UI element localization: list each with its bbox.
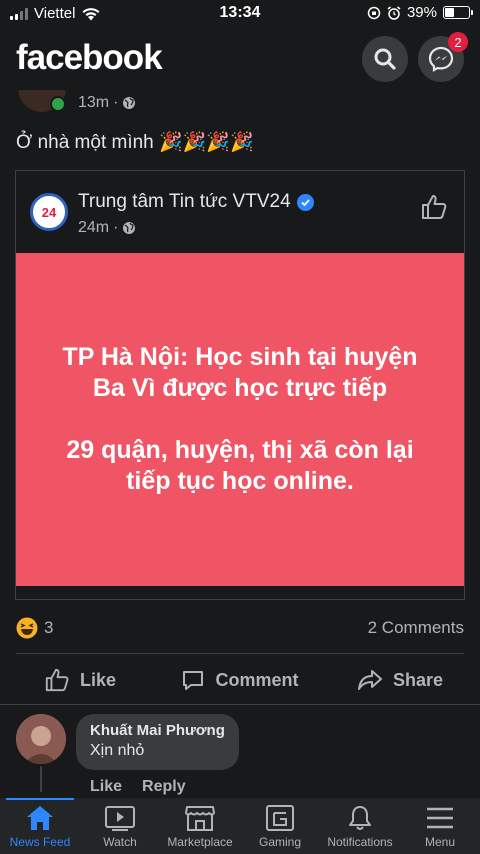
reaction-count: 3 [44, 618, 54, 637]
shared-post-meta: 24m · [78, 219, 136, 237]
comment-button[interactable]: Comment [160, 660, 320, 700]
messenger-icon [428, 46, 454, 72]
comment-text: Xịn nhỏ [90, 742, 145, 759]
nav-label: Gaming [258, 835, 302, 849]
thumbs-up-icon [45, 668, 69, 692]
post-time: 13m [78, 94, 110, 111]
comment-author[interactable]: Khuất Mai Phương [90, 722, 225, 739]
haha-emoji-icon [16, 617, 38, 639]
thread-line [40, 766, 42, 792]
post-header: 13m · [0, 64, 480, 124]
headline-line-1: TP Hà Nội: Học sinh tại huyện Ba Vì được… [62, 343, 418, 402]
orientation-lock-icon [367, 6, 381, 19]
messenger-badge: 2 [448, 32, 468, 52]
status-bar: Viettel 13:34 39% [0, 0, 480, 28]
share-label: Share [392, 669, 444, 690]
facebook-logo: facebook [16, 38, 163, 77]
shared-post-card[interactable]: 24 Trung tâm Tin tức VTV24 24m · TP Hà N… [15, 170, 465, 600]
share-icon [357, 670, 382, 690]
page-name[interactable]: Trung tâm Tin tức VTV24 [78, 191, 291, 213]
reaction-summary[interactable]: 3 [16, 617, 53, 639]
nav-gaming[interactable]: Gaming [240, 798, 320, 854]
page-name-row: Trung tâm Tin tức VTV24 [78, 191, 314, 213]
comment-icon [183, 671, 204, 690]
shared-post-time: 24m [78, 219, 110, 236]
battery-percent: 39% [406, 4, 437, 21]
watch-icon [105, 806, 135, 831]
nav-label: Notifications [327, 835, 393, 849]
bottom-nav: News Feed Watch Marketplace Gaming Notif… [0, 798, 480, 854]
nav-notifications[interactable]: Notifications [320, 798, 400, 854]
menu-icon [427, 807, 453, 829]
comments-count[interactable]: 2 Comments [368, 618, 464, 638]
shared-post-header: 24 Trung tâm Tin tức VTV24 24m · [16, 171, 464, 253]
verified-icon [296, 193, 314, 211]
nav-watch[interactable]: Watch [80, 798, 160, 854]
online-indicator [50, 96, 66, 112]
like-label: Like [79, 669, 117, 690]
headline-image[interactable]: TP Hà Nội: Học sinh tại huyện Ba Vì được… [16, 253, 464, 586]
like-button[interactable]: Like [0, 660, 160, 700]
alarm-icon [387, 5, 401, 20]
marketplace-icon [185, 806, 215, 831]
divider [16, 653, 464, 654]
nav-label: Menu [424, 835, 456, 849]
nav-menu[interactable]: Menu [400, 798, 480, 854]
nav-news-feed[interactable]: News Feed [0, 798, 80, 854]
globe-icon [123, 97, 136, 109]
reactions-bar: 3 2 Comments [16, 614, 464, 642]
post-meta: 13m · [78, 94, 136, 112]
messenger-button[interactable]: 2 [418, 32, 468, 82]
nav-label: News Feed [9, 835, 71, 849]
bell-icon [349, 806, 371, 830]
globe-icon [123, 222, 136, 234]
thumbs-up-icon [422, 195, 447, 219]
nav-label: Marketplace [167, 835, 233, 849]
like-page-button[interactable] [420, 193, 448, 226]
nav-label: Watch [103, 835, 137, 849]
status-right: 39% [367, 4, 473, 21]
comment-label: Comment [215, 669, 299, 690]
divider [0, 704, 480, 705]
comment-bubble[interactable]: Khuất Mai Phương Xịn nhỏ [76, 714, 239, 770]
post-text: Ở nhà một mình 🎉🎉🎉🎉 [16, 132, 254, 153]
share-button[interactable]: Share [320, 660, 480, 700]
search-icon [374, 48, 396, 70]
comment-actions: Like Reply [90, 778, 186, 796]
comment-reply-link[interactable]: Reply [142, 778, 186, 796]
comment-like-link[interactable]: Like [90, 778, 122, 796]
app-header: facebook 2 [0, 28, 480, 90]
headline-line-2: 29 quận, huyện, thị xã còn lại tiếp tục … [66, 436, 414, 495]
post-actions: Like Comment Share [0, 660, 480, 700]
commenter-avatar[interactable] [16, 714, 66, 764]
home-icon [27, 806, 53, 830]
nav-marketplace[interactable]: Marketplace [160, 798, 240, 854]
page-avatar[interactable]: 24 [30, 193, 68, 231]
battery-icon [443, 6, 473, 19]
search-button[interactable] [362, 36, 408, 82]
gaming-icon [266, 805, 294, 831]
